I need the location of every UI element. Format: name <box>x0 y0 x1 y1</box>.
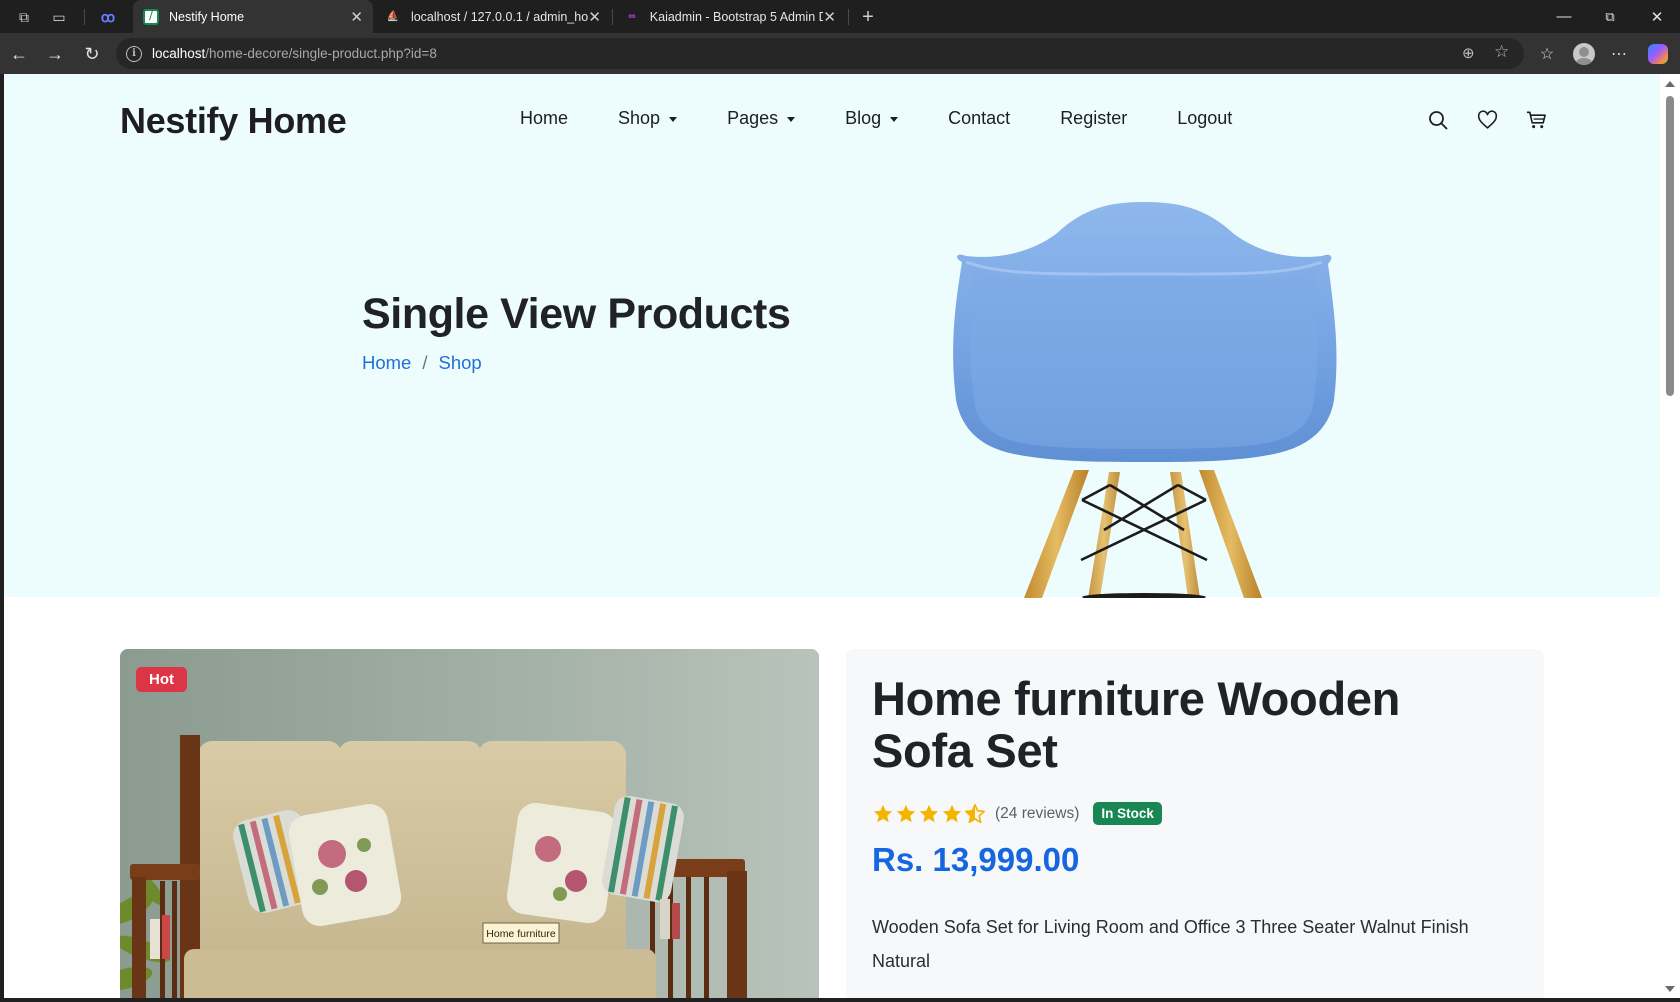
scroll-thumb[interactable] <box>1666 96 1674 396</box>
browser-toolbar: ← → ↻ i localhost/home-decore/single-pro… <box>0 33 1680 74</box>
page-title: Single View Products <box>362 290 791 338</box>
nav-label: Home <box>520 108 569 128</box>
breadcrumb-separator: / <box>422 352 428 373</box>
tab-kaiadmin[interactable]: ∞ Kaiadmin - Bootstrap 5 Admin Da ✕ <box>614 0 846 33</box>
main-nav: Home Shop Pages Blog Contact Register Lo… <box>520 108 1282 129</box>
nav-label: Blog <box>845 108 882 128</box>
address-bar[interactable]: i localhost/home-decore/single-product.p… <box>116 38 1524 69</box>
workspaces-icon[interactable]: ⧉ <box>9 2 39 32</box>
site-info-icon[interactable]: i <box>126 45 142 62</box>
product-title: Home furniture Wooden Sofa Set <box>872 672 1401 777</box>
nav-shop[interactable]: Shop <box>618 108 678 129</box>
forward-icon[interactable]: → <box>41 40 69 68</box>
star-full-icon <box>873 804 893 822</box>
phpmyadmin-favicon: ⛵ <box>386 11 400 22</box>
nav-logout[interactable]: Logout <box>1177 108 1232 129</box>
nav-blog[interactable]: Blog <box>845 108 899 129</box>
url-path: /home-decore/single-product.php?id=8 <box>205 46 437 61</box>
web-page: Nestify Home Home Shop Pages Blog Contac… <box>4 74 1660 998</box>
close-tab-icon[interactable]: ✕ <box>588 8 601 26</box>
close-tab-icon[interactable]: ✕ <box>350 8 363 26</box>
sofa-tag-text: Home furniture <box>486 928 556 940</box>
favorite-star-icon[interactable]: ☆ <box>1494 42 1509 62</box>
tab-nestify-home[interactable]: ⧸ Nestify Home ✕ <box>133 0 373 33</box>
new-tab-icon[interactable]: + <box>853 2 883 32</box>
star-rating <box>872 803 987 825</box>
close-window-icon[interactable]: ✕ <box>1634 0 1680 33</box>
product-info-card: Home furniture Wooden Sofa Set (24 revie… <box>846 649 1544 998</box>
hero-chair-image <box>953 202 1337 598</box>
nav-home[interactable]: Home <box>520 108 568 129</box>
minimize-icon[interactable]: — <box>1541 0 1587 33</box>
product-image[interactable]: Home furniture Hot <box>120 649 819 998</box>
breadcrumb-home[interactable]: Home <box>362 352 411 374</box>
copilot-icon[interactable] <box>1644 40 1672 68</box>
star-full-icon <box>896 804 916 822</box>
nav-label: Contact <box>948 108 1011 128</box>
tab-phpmyadmin[interactable]: ⛵ localhost / 127.0.0.1 / admin_hom ✕ <box>375 0 611 33</box>
caret-down-icon <box>787 116 796 122</box>
star-full-icon <box>919 804 939 822</box>
favorites-icon[interactable]: ☆ <box>1533 40 1561 68</box>
caret-down-icon <box>890 116 899 122</box>
tab-title: Kaiadmin - Bootstrap 5 Admin Da <box>649 9 824 24</box>
hot-badge: Hot <box>136 667 187 692</box>
nav-label: Shop <box>618 108 661 128</box>
site-logo[interactable]: Nestify Home <box>120 100 347 142</box>
url-host: localhost <box>152 46 206 61</box>
profile-avatar[interactable] <box>1570 40 1598 68</box>
star-half-icon <box>965 803 985 823</box>
breadcrumb-shop[interactable]: Shop <box>439 352 482 374</box>
back-icon[interactable]: ← <box>5 40 33 68</box>
sofa-photo: Home furniture <box>120 649 819 998</box>
browser-tab-bar: ⧉ ▭ ꝏ ⧸ Nestify Home ✕ ⛵ localhost / 127… <box>0 0 1680 33</box>
nav-label: Register <box>1060 108 1128 128</box>
nestify-favicon: ⧸ <box>143 8 159 25</box>
restore-icon[interactable]: ⧉ <box>1587 0 1633 33</box>
nav-contact[interactable]: Contact <box>948 108 1010 129</box>
stock-badge: In Stock <box>1093 802 1162 825</box>
rating-row: (24 reviews) In Stock <box>872 802 1162 825</box>
star-full-icon <box>942 804 962 822</box>
search-icon[interactable] <box>1426 108 1450 132</box>
hero-section: Nestify Home Home Shop Pages Blog Contac… <box>4 74 1660 598</box>
nav-register[interactable]: Register <box>1060 108 1127 129</box>
caret-down-icon <box>669 116 678 122</box>
breadcrumb: Home / Shop <box>362 352 482 374</box>
heart-icon[interactable] <box>1475 108 1499 132</box>
vertical-tabs-icon[interactable]: ▭ <box>44 2 74 32</box>
tab-title: Nestify Home <box>169 9 245 24</box>
kaiadmin-favicon: ∞ <box>628 11 636 22</box>
more-menu-icon[interactable]: ⋯ <box>1605 40 1633 68</box>
nav-pages[interactable]: Pages <box>727 108 796 129</box>
pinned-tab-icon[interactable]: ꝏ <box>93 2 123 32</box>
nav-label: Logout <box>1177 108 1233 128</box>
scroll-down-arrow-icon[interactable] <box>1665 986 1675 992</box>
review-count[interactable]: (24 reviews) <box>995 805 1079 823</box>
tab-title: localhost / 127.0.0.1 / admin_hom <box>410 9 589 24</box>
product-price: Rs. 13,999.00 <box>872 841 1080 878</box>
scroll-up-arrow-icon[interactable] <box>1665 81 1675 87</box>
product-description: Wooden Sofa Set for Living Room and Offi… <box>872 917 1469 971</box>
zoom-icon[interactable]: ⊕ <box>1462 44 1475 62</box>
page-scrollbar[interactable] <box>1660 74 1680 998</box>
cart-icon[interactable] <box>1524 108 1548 132</box>
close-tab-icon[interactable]: ✕ <box>823 8 836 26</box>
nav-label: Pages <box>727 108 779 128</box>
refresh-icon[interactable]: ↻ <box>78 40 106 68</box>
